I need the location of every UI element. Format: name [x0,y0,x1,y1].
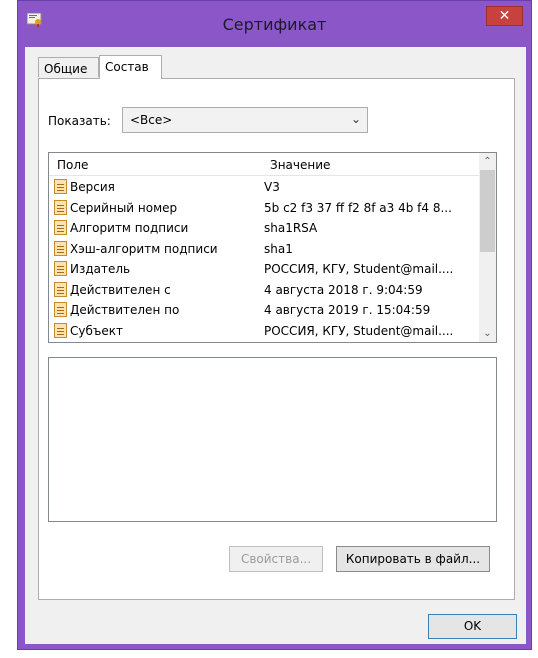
list-rows: Версия V3 Серийный номер 5b c2 f3 37 ff f2… [49,177,479,341]
field-name: Серийный номер [70,200,178,215]
show-dropdown-value: <Все> [130,113,173,127]
field-value: 5b c2 f3 37 ff f2 8f a3 4b f4 8... [264,200,452,215]
window-title: Сертификат [222,15,327,34]
field-icon [54,199,67,215]
show-label: Показать: [48,114,111,128]
field-value: V3 [264,180,280,194]
field-name: Действителен по [70,303,180,317]
title-bar[interactable]: Сертификат ✕ [18,1,531,47]
show-dropdown[interactable]: <Все> ⌄ [122,107,368,133]
details-tab-panel: Показать: <Все> ⌄ Поле Значение Версия V3… [38,78,515,600]
field-icon [54,240,67,256]
field-detail-box[interactable] [48,357,497,522]
list-item[interactable]: Действителен по 4 августа 2019 г. 15:04:5… [49,300,479,321]
field-icon [54,179,67,194]
list-scrollbar[interactable]: ⌃ ⌄ [479,153,496,342]
scroll-up-arrow-icon[interactable]: ⌃ [479,153,496,170]
field-value: 4 августа 2019 г. 15:04:59 [264,303,431,317]
field-icon [54,261,67,276]
field-value: sha1RSA [264,221,318,235]
column-header-value[interactable]: Значение [270,158,330,172]
field-icon [54,281,67,297]
field-value: sha1 [264,241,293,256]
field-name: Версия [70,180,115,194]
close-button[interactable]: ✕ [486,6,523,26]
field-name: Издатель [70,262,131,276]
list-item[interactable]: Субъект РОССИЯ, КГУ, Student@mail.... [49,321,479,342]
ok-button[interactable]: OK [428,614,517,639]
field-name: Субъект [70,323,123,338]
field-name: Алгоритм подписи [70,221,189,235]
scroll-down-arrow-icon[interactable]: ⌄ [479,325,496,342]
chevron-down-icon: ⌄ [350,112,361,126]
field-value: 4 августа 2018 г. 9:04:59 [264,282,423,297]
dialog-client-area: Общие Состав Показать: <Все> ⌄ Поле Знач… [25,47,526,644]
certificate-window: Сертификат ✕ Общие Состав Показать: <Все… [17,0,532,650]
field-name: Действителен с [70,282,171,297]
field-icon [54,220,67,235]
properties-button[interactable]: Свойства... [229,546,323,572]
list-item[interactable]: Серийный номер 5b c2 f3 37 ff f2 8f a3 4b… [49,198,479,219]
list-item[interactable]: Издатель РОССИЯ, КГУ, Student@mail.... [49,259,479,280]
field-icon [54,322,67,338]
column-header-field[interactable]: Поле [57,158,88,172]
field-name: Хэш-алгоритм подписи [70,241,218,256]
scroll-thumb[interactable] [480,170,495,252]
list-header: Поле Значение [49,153,479,176]
field-value: РОССИЯ, КГУ, Student@mail.... [264,323,454,338]
copy-to-file-button[interactable]: Копировать в файл... [336,546,490,572]
list-item[interactable]: Действителен с 4 августа 2018 г. 9:04:59 [49,280,479,301]
tab-details[interactable]: Состав [99,55,162,79]
field-value: РОССИЯ, КГУ, Student@mail.... [264,262,454,276]
list-item[interactable]: Хэш-алгоритм подписи sha1 [49,239,479,260]
field-icon [54,302,67,317]
fields-list[interactable]: Поле Значение Версия V3 Серийный номер 5b … [48,152,497,343]
tab-general[interactable]: Общие [38,57,99,77]
list-item[interactable]: Алгоритм подписи sha1RSA [49,218,479,239]
list-item[interactable]: Версия V3 [49,177,479,198]
